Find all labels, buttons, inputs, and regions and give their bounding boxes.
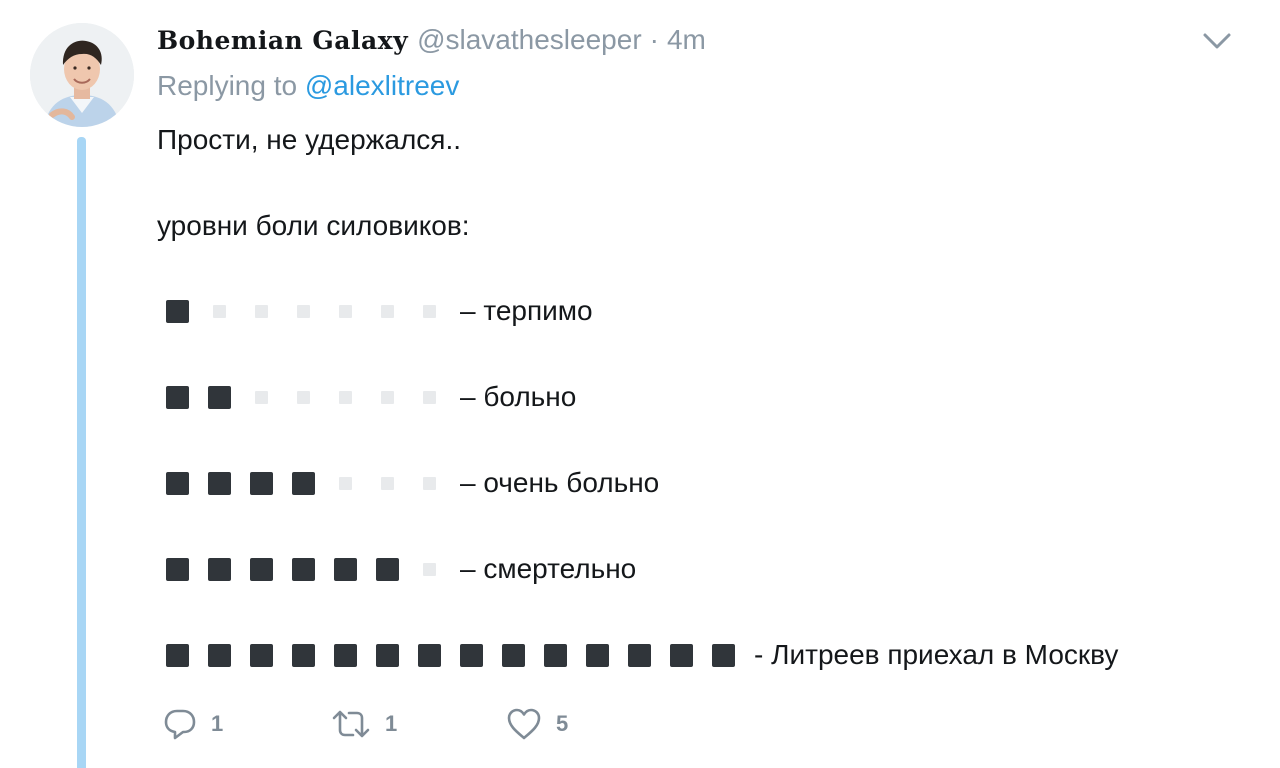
pain-level-label: – очень больно <box>460 467 660 498</box>
reply-button[interactable]: 1 <box>163 704 223 744</box>
pain-square-filled <box>712 643 735 667</box>
pain-square-empty <box>423 562 436 576</box>
user-handle[interactable]: @slavathesleeper <box>417 24 642 56</box>
tweet-text-line: уровни боли силовиков: <box>157 210 470 241</box>
pain-square-filled <box>166 385 189 409</box>
thread-line <box>77 137 86 768</box>
pain-square-empty <box>297 390 310 404</box>
pain-square-filled <box>250 471 273 495</box>
pain-square-empty <box>423 304 436 318</box>
reply-mention-link[interactable]: @alexlitreev <box>305 70 459 101</box>
tweet-header: Bohemian Galaxy @slavathesleeper · 4m <box>157 20 706 60</box>
pain-square-empty <box>339 390 352 404</box>
timestamp[interactable]: 4m <box>667 24 706 56</box>
pain-square-empty <box>381 390 394 404</box>
pain-square-filled <box>166 557 189 581</box>
pain-square-filled <box>250 557 273 581</box>
pain-square-filled <box>292 557 315 581</box>
replying-to: Replying to @alexlitreev <box>157 70 459 102</box>
like-button[interactable]: 5 <box>506 704 568 744</box>
pain-level-label: – терпимо <box>460 295 593 326</box>
pain-square-filled <box>208 471 231 495</box>
chevron-down-icon[interactable] <box>1200 28 1234 54</box>
pain-square-filled <box>670 643 693 667</box>
pain-square-empty <box>255 390 268 404</box>
pain-square-filled <box>334 557 357 581</box>
pain-level-row: - Литреев приехал в Москву <box>166 639 1119 670</box>
pain-square-empty <box>297 304 310 318</box>
pain-square-filled <box>418 643 441 667</box>
pain-square-empty <box>255 304 268 318</box>
tweet-text-line: Прости, не удержался.. <box>157 124 462 155</box>
speech-bubble-icon <box>163 707 197 741</box>
pain-square-filled <box>208 385 231 409</box>
pain-square-filled <box>166 299 189 323</box>
pain-square-empty <box>423 476 436 490</box>
pain-square-empty <box>339 304 352 318</box>
pain-square-empty <box>339 476 352 490</box>
separator-dot: · <box>649 24 659 55</box>
retweet-count: 1 <box>385 711 398 736</box>
retweet-button[interactable]: 1 <box>331 704 397 744</box>
avatar[interactable] <box>30 23 134 127</box>
pain-square-filled <box>502 643 525 667</box>
pain-level-row: – больно <box>166 381 577 412</box>
replying-prefix: Replying to <box>157 70 298 101</box>
pain-square-filled <box>544 643 567 667</box>
pain-square-filled <box>292 471 315 495</box>
pain-square-filled <box>376 643 399 667</box>
reply-count: 1 <box>211 711 224 736</box>
pain-level-row: – очень больно <box>166 467 660 498</box>
display-name[interactable]: Bohemian Galaxy <box>157 26 408 55</box>
pain-square-empty <box>381 476 394 490</box>
pain-square-filled <box>208 643 231 667</box>
pain-square-filled <box>292 643 315 667</box>
pain-square-filled <box>460 643 483 667</box>
pain-square-empty <box>423 390 436 404</box>
pain-level-row: – смертельно <box>166 553 637 584</box>
pain-level-label: - Литреев приехал в Москву <box>754 639 1119 670</box>
tweet: Bohemian Galaxy @slavathesleeper · 4m Re… <box>0 0 1280 768</box>
retweet-arrows-icon <box>331 707 371 741</box>
pain-square-filled <box>250 643 273 667</box>
avatar-image <box>30 23 134 127</box>
pain-square-empty <box>381 304 394 318</box>
pain-square-filled <box>334 643 357 667</box>
pain-square-filled <box>376 557 399 581</box>
pain-square-filled <box>166 643 189 667</box>
pain-square-filled <box>166 471 189 495</box>
pain-level-label: – смертельно <box>460 553 637 584</box>
like-count: 5 <box>556 711 569 736</box>
pain-square-filled <box>586 643 609 667</box>
heart-icon <box>506 707 542 741</box>
pain-level-label: – больно <box>460 381 577 412</box>
pain-level-row: – терпимо <box>166 295 593 326</box>
pain-square-filled <box>628 643 651 667</box>
pain-square-empty <box>213 304 226 318</box>
pain-square-filled <box>208 557 231 581</box>
